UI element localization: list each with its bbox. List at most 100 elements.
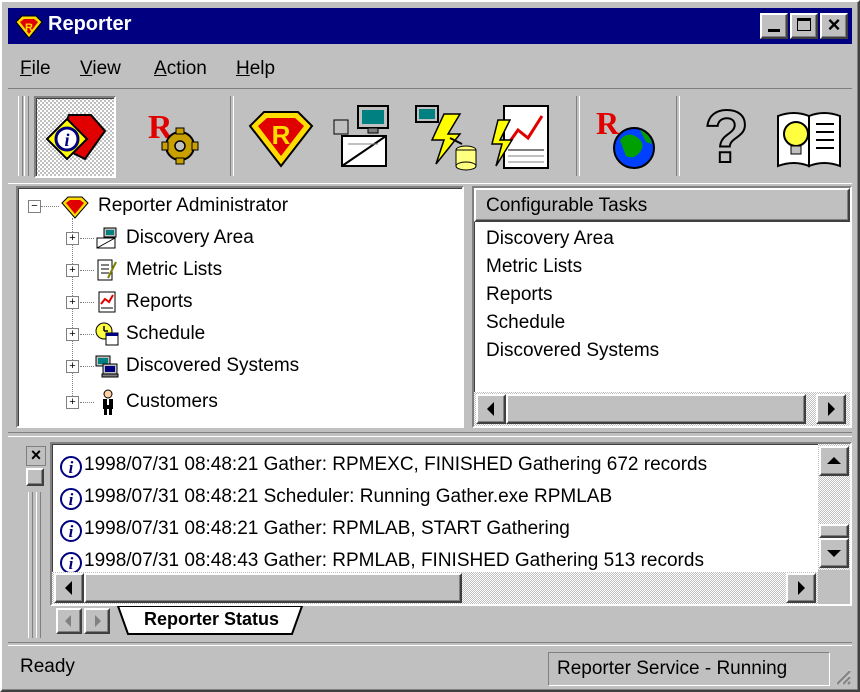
toolbar-grip [18,96,23,176]
expand-icon[interactable]: + [66,328,79,341]
customer-icon [103,389,113,415]
task-item[interactable]: Reports [486,284,553,306]
tree-item-label: Discovered Systems [126,355,300,376]
window-title: Reporter [48,13,132,35]
toolbar-separator [230,96,234,176]
tree-item-metric-lists[interactable]: + Metric Lists [18,254,458,286]
close-icon: × [827,12,841,37]
log-entry-text: 1998/07/31 08:48:43 Gather: RPMLAB, FINI… [84,550,704,571]
tree-item-schedule[interactable]: + Schedule [18,318,458,350]
scroll-thumb[interactable] [506,394,806,424]
arrow-down-icon [827,550,841,557]
scroll-left-button[interactable] [476,394,506,424]
task-item[interactable]: Discovered Systems [486,340,659,362]
scroll-down-button[interactable] [819,538,849,568]
svg-text:R: R [596,105,620,141]
toolbar-discovery-button[interactable] [328,100,402,174]
svg-text:R: R [25,22,33,34]
expand-icon[interactable]: + [66,296,79,309]
expand-icon[interactable]: + [66,264,79,277]
log-pane-restore[interactable] [26,468,44,486]
log-hscrollbar[interactable] [52,572,818,604]
tree-item-label: Reports [126,291,193,312]
expand-icon[interactable]: + [66,396,79,409]
toolbar-info-button[interactable]: i [34,96,116,178]
toolbar-separator [576,96,580,176]
log-entry-text: 1998/07/31 08:48:21 Gather: RPMLAB, STAR… [84,518,570,539]
tree-item-reports[interactable]: + Reports [18,286,458,318]
task-item[interactable]: Metric Lists [486,256,582,278]
log-entry[interactable]: i 1998/07/31 08:48:21 Gather: RPMLAB, STA… [60,518,570,542]
scroll-thumb[interactable] [819,524,849,538]
minimize-icon [768,29,780,32]
menu-action-accel: A [154,58,167,79]
scroll-thumb[interactable] [84,573,462,603]
minimize-button[interactable] [760,13,788,39]
discovery-area-icon [96,227,117,249]
task-item[interactable]: Discovery Area [486,228,614,250]
menu-file[interactable]: File [20,58,51,80]
menu-file-accel: F [20,58,32,79]
toolbar-separator [676,96,680,176]
tree-connector [80,402,94,403]
log-pane-grip [36,492,41,638]
tasks-header-label: Configurable Tasks [486,195,648,216]
log-entry[interactable]: i 1998/07/31 08:48:43 Gather: RPMLAB, FIN… [60,550,704,574]
toolbar-configure-button[interactable]: R [138,100,212,174]
log-entry-text: 1998/07/31 08:48:21 Gather: RPMEXC, FINI… [84,454,708,475]
reports-icon [98,291,116,313]
scroll-right-button[interactable] [816,394,846,424]
log-entry[interactable]: i 1998/07/31 08:48:21 Scheduler: Running … [60,486,612,510]
info-icon: i [60,488,82,510]
app-logo-icon: R [15,15,43,39]
expand-icon[interactable]: + [66,360,79,373]
scroll-up-button[interactable] [819,446,849,476]
tree-item-discovery-area[interactable]: + Discovery Area [18,222,458,254]
tree-item-label: Schedule [126,323,206,344]
close-button[interactable]: × [820,13,848,39]
tasks-column-header[interactable]: Configurable Tasks [474,188,850,222]
scroll-left-button[interactable] [54,573,84,603]
toolbar-web-button[interactable]: R [590,100,664,174]
menu-action[interactable]: Action [154,58,207,80]
collapse-icon[interactable]: − [28,200,41,213]
tree-root-label: Reporter Administrator [98,195,289,216]
title-bar[interactable]: R Reporter × [8,8,852,44]
scroll-right-button[interactable] [786,573,816,603]
menu-help[interactable]: Help [236,58,275,80]
tree-item-discovered-systems[interactable]: + Discovered Systems [18,350,458,382]
menu-action-rest: ction [166,58,207,79]
log-entry[interactable]: i 1998/07/31 08:48:21 Gather: RPMEXC, FIN… [60,454,707,478]
toolbar-help-button[interactable]: ? [692,94,756,179]
tab-scroll-right-button[interactable] [84,608,110,634]
tasks-hscrollbar[interactable] [474,392,850,426]
discovered-systems-icon [95,355,119,378]
tasks-list-view[interactable]: Configurable Tasks Discovery Area Metric… [472,186,852,428]
tree-root[interactable]: − Reporter Administrator [18,190,458,222]
book-icon [777,112,841,168]
toolbar-report-button[interactable] [490,100,564,174]
reporter-web-icon: R [596,105,655,169]
tree-connector [80,366,94,367]
menu-view[interactable]: View [80,58,121,80]
log-entry-text: 1998/07/31 08:48:21 Scheduler: Running G… [84,486,613,507]
info-icon: i [60,456,82,478]
arrow-up-icon [827,457,841,464]
toolbar-book-button[interactable] [772,100,846,174]
toolbar-gather-button[interactable] [410,100,484,174]
svg-text:R: R [272,120,291,150]
tab-scroll-left-button[interactable] [56,608,82,634]
menu-view-accel: V [80,58,93,79]
toolbar-reporter-button[interactable]: R [244,100,318,174]
expand-icon[interactable]: + [66,232,79,245]
maximize-button[interactable] [790,13,818,39]
log-vscrollbar[interactable] [818,444,850,570]
arrow-right-icon [798,581,805,595]
log-pane-close[interactable]: × [26,446,46,466]
resize-grip-icon[interactable] [832,666,852,686]
log-view[interactable]: i 1998/07/31 08:48:21 Gather: RPMEXC, FIN… [50,442,852,606]
tree-view[interactable]: − Reporter Administrator + Discovery Are… [16,186,464,428]
tree-item-customers[interactable]: + Customers [18,386,458,418]
task-item[interactable]: Schedule [486,312,565,334]
pane-splitter[interactable] [8,432,852,437]
